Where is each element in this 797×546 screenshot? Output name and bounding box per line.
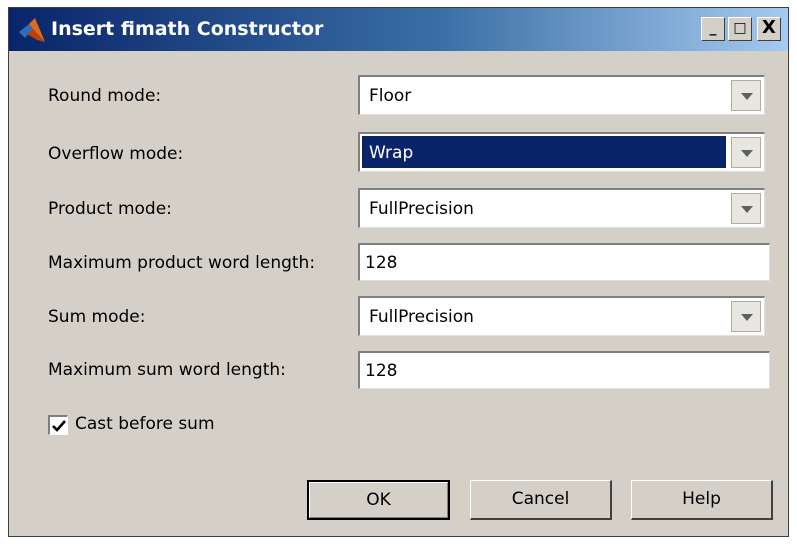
overflow-mode-value: Wrap: [369, 143, 414, 163]
round-mode-label: Round mode:: [48, 86, 162, 106]
max-sum-word-length-field[interactable]: 128: [358, 351, 770, 389]
sum-mode-label: Sum mode:: [48, 307, 146, 327]
max-product-word-length-label: Maximum product word length:: [48, 253, 316, 273]
ok-button-label: OK: [366, 490, 391, 510]
title-bar[interactable]: Insert fimath Constructor _ □ X: [9, 8, 788, 51]
maximize-button[interactable]: □: [728, 17, 752, 41]
help-button[interactable]: Help: [631, 480, 773, 520]
round-mode-value: Floor: [369, 86, 412, 106]
chevron-down-icon[interactable]: [731, 80, 761, 111]
ok-button[interactable]: OK: [307, 480, 450, 520]
matlab-logo-icon: [19, 18, 45, 42]
chevron-down-icon[interactable]: [731, 301, 761, 332]
chevron-down-icon[interactable]: [731, 193, 761, 224]
sum-mode-select[interactable]: FullPrecision: [358, 296, 765, 336]
checkmark-icon: [52, 420, 66, 432]
max-product-word-length-field[interactable]: 128: [358, 243, 770, 281]
chevron-down-icon[interactable]: [731, 137, 761, 168]
close-button[interactable]: X: [757, 17, 781, 41]
product-mode-select[interactable]: FullPrecision: [358, 188, 765, 228]
minimize-button[interactable]: _: [701, 17, 725, 41]
cancel-button[interactable]: Cancel: [470, 480, 612, 520]
product-mode-label: Product mode:: [48, 199, 172, 219]
overflow-mode-label: Overflow mode:: [48, 144, 184, 164]
cast-before-sum-checkbox[interactable]: [48, 415, 68, 435]
selection-highlight: [362, 136, 726, 168]
cast-before-sum-label[interactable]: Cast before sum: [75, 414, 215, 434]
sum-mode-value: FullPrecision: [369, 307, 474, 327]
product-mode-value: FullPrecision: [369, 199, 474, 219]
dialog-title: Insert fimath Constructor: [51, 18, 324, 40]
max-sum-word-length-value: 128: [365, 361, 398, 381]
overflow-mode-select[interactable]: Wrap: [358, 132, 765, 172]
round-mode-select[interactable]: Floor: [358, 75, 765, 115]
max-sum-word-length-label: Maximum sum word length:: [48, 360, 286, 380]
max-product-word-length-value: 128: [365, 253, 398, 273]
dialog-window: Insert fimath Constructor _ □ X Round mo…: [8, 7, 789, 537]
